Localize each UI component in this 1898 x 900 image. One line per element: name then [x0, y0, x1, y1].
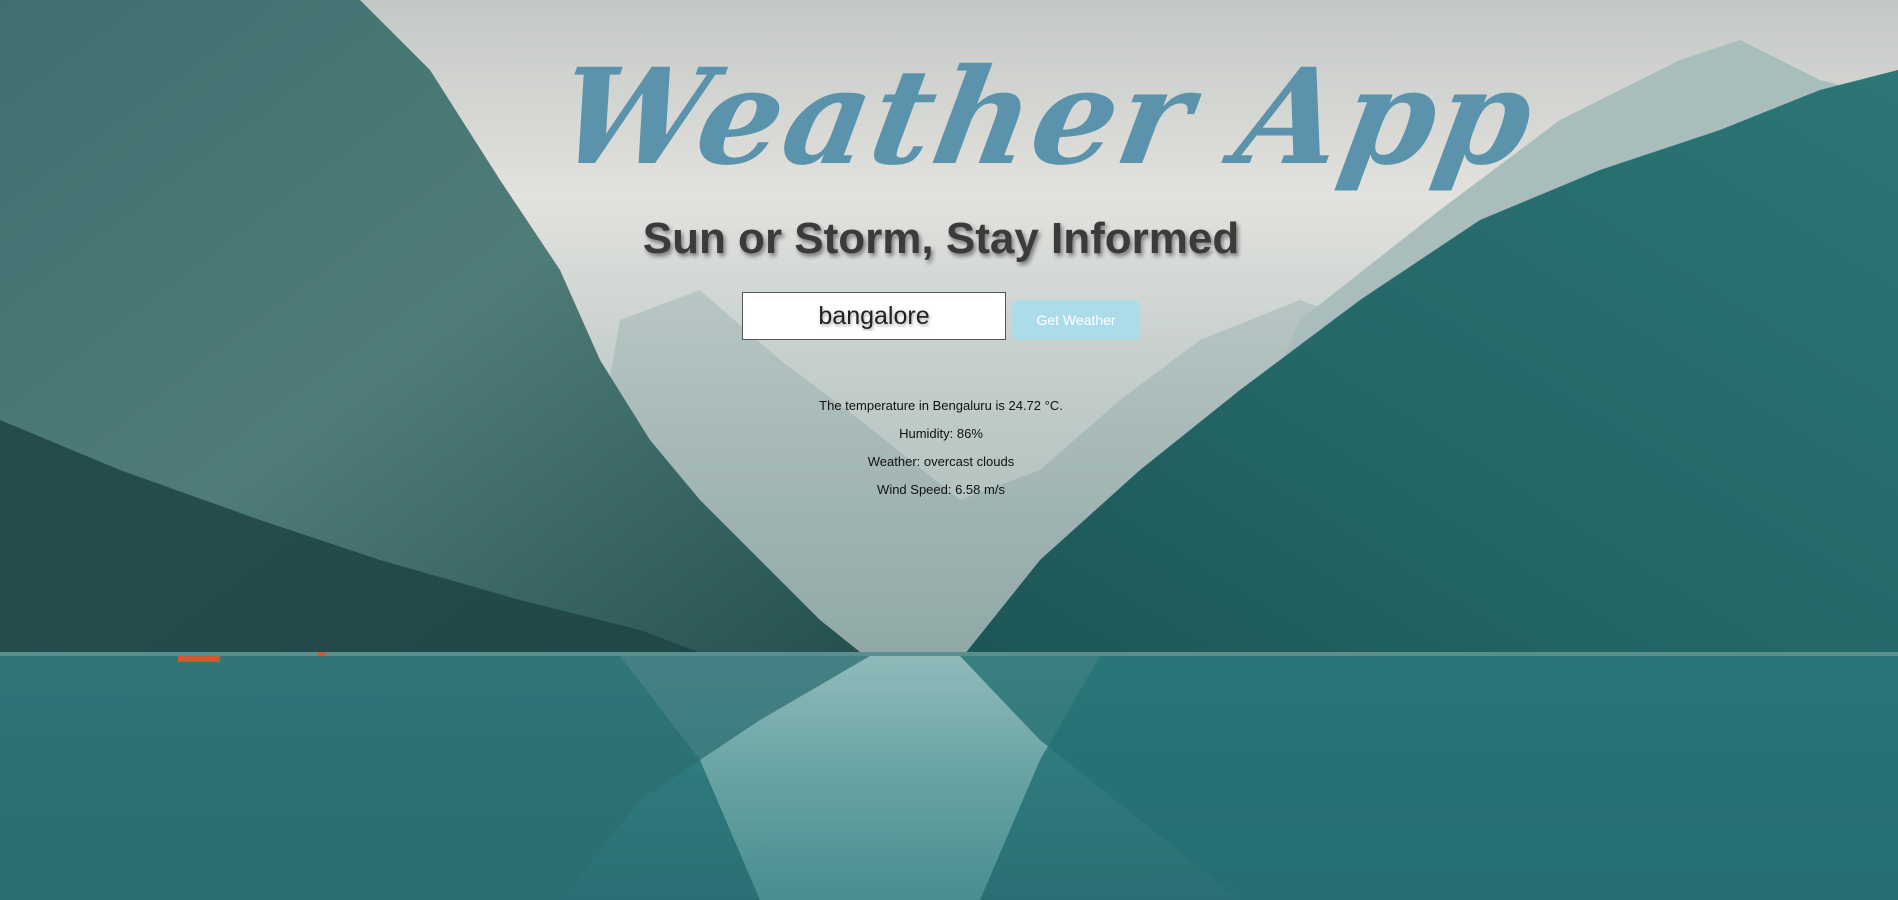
tagline: Sun or Storm, Stay Informed	[642, 214, 1240, 263]
city-input[interactable]	[742, 292, 1006, 340]
temperature-text: The temperature in Bengaluru is 24.72 °C…	[819, 398, 1063, 413]
weather-app: Weather App Sun or Storm, Stay Informed …	[0, 0, 1898, 900]
get-weather-button[interactable]: Get Weather	[1012, 300, 1140, 340]
wind-speed-text: Wind Speed: 6.58 m/s	[877, 482, 1005, 497]
weather-description-text: Weather: overcast clouds	[867, 454, 1015, 469]
weather-results: The temperature in Bengaluru is 24.72 °C…	[0, 396, 1882, 508]
app-title: Weather App	[546, 40, 1547, 195]
humidity-text: Humidity: 86%	[899, 426, 983, 441]
